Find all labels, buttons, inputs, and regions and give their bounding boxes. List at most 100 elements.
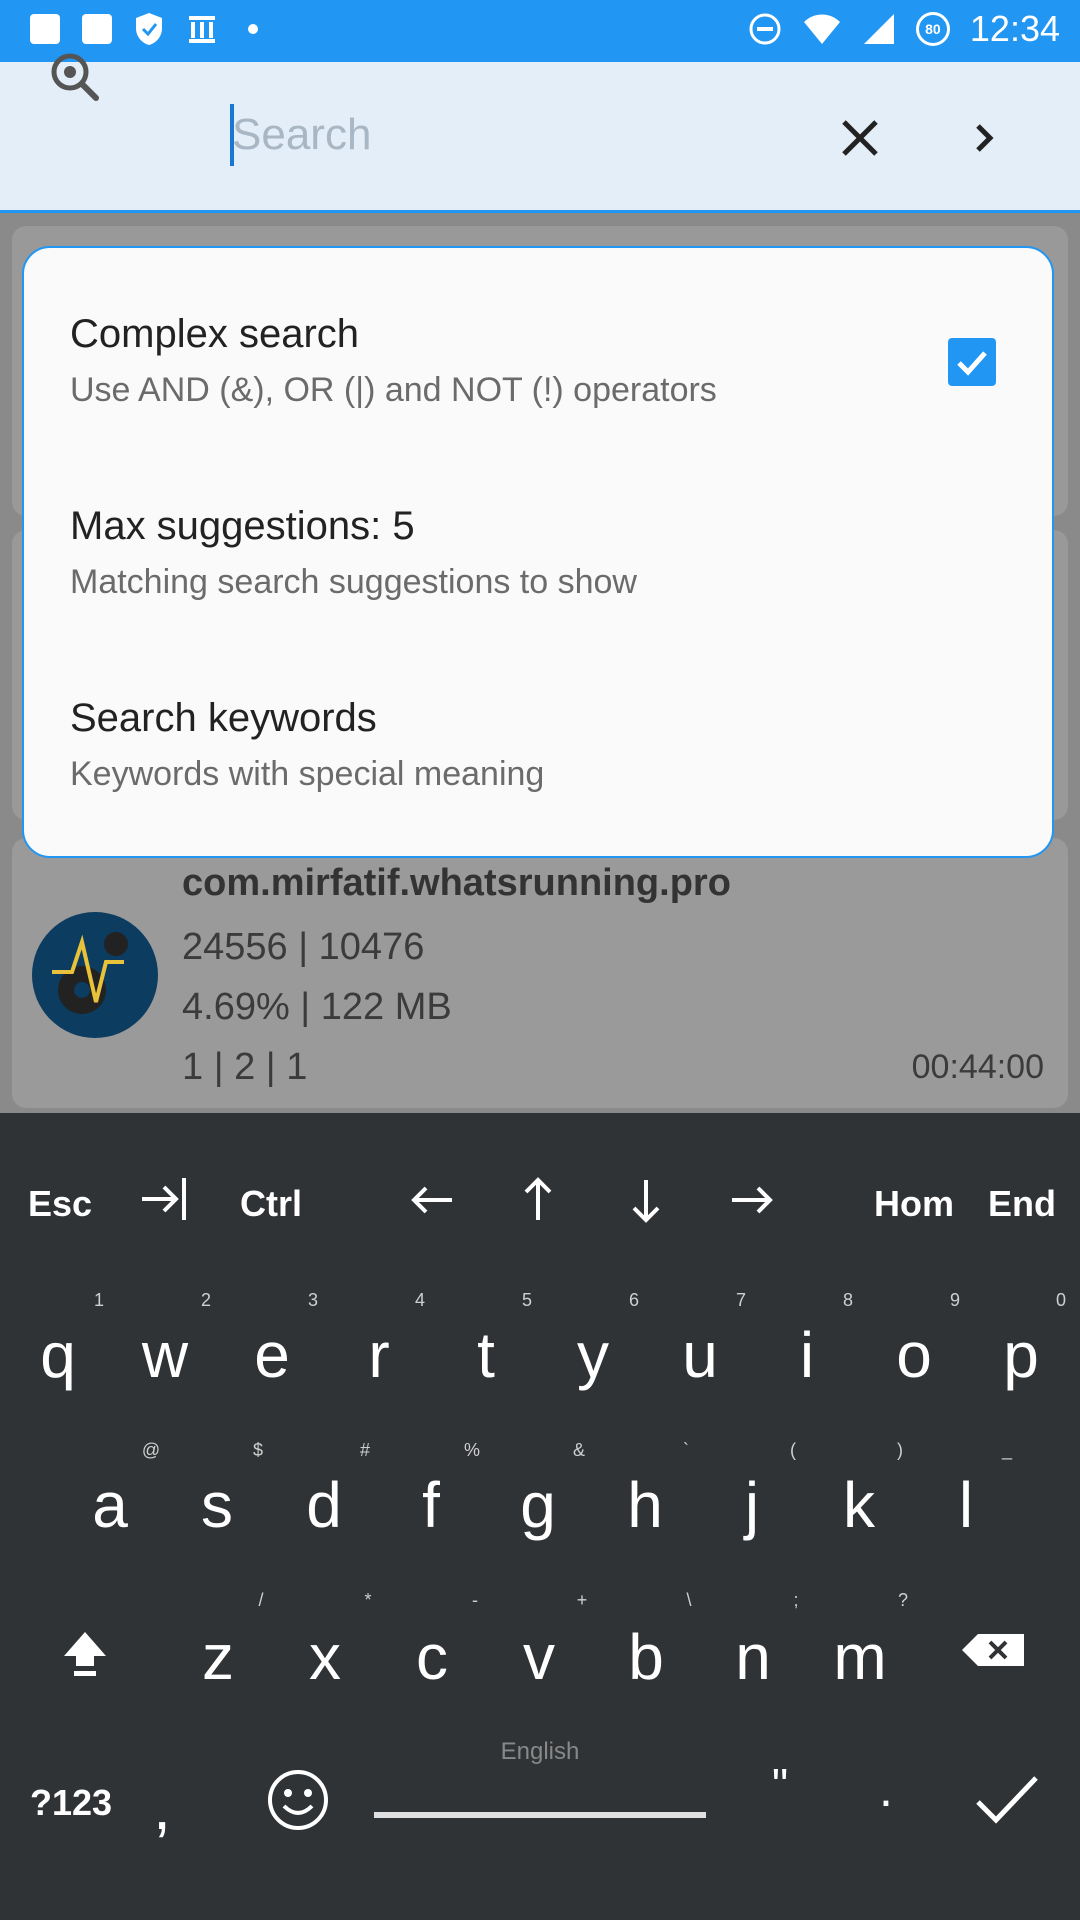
tab-icon[interactable] xyxy=(138,1172,192,1226)
arrow-up-icon[interactable] xyxy=(514,1176,562,1224)
key-hint: * xyxy=(364,1590,372,1610)
key-c[interactable]: c xyxy=(382,1620,482,1694)
option-subtitle: Matching search suggestions to show xyxy=(70,563,637,601)
key-i[interactable]: i xyxy=(757,1318,857,1392)
backspace-icon[interactable] xyxy=(960,1630,1028,1670)
key-u[interactable]: u xyxy=(650,1318,750,1392)
key-hint: 0 xyxy=(1055,1290,1066,1310)
complex-search-checkbox[interactable] xyxy=(948,338,996,386)
key-q[interactable]: q xyxy=(8,1318,108,1392)
key-p[interactable]: p xyxy=(971,1318,1071,1392)
key-f[interactable]: f xyxy=(381,1468,481,1542)
clear-icon[interactable] xyxy=(830,108,890,168)
search-keywords-option[interactable]: Search keywords Keywords with special me… xyxy=(70,696,544,794)
key-hint: 7 xyxy=(735,1290,746,1310)
key-hint: 4 xyxy=(414,1290,425,1310)
uptime: 00:44:00 xyxy=(911,1048,1044,1086)
key-n[interactable]: n xyxy=(703,1620,803,1694)
key-hint: % xyxy=(463,1440,480,1460)
key-hint: $ xyxy=(252,1440,263,1460)
key-w[interactable]: w xyxy=(115,1318,215,1392)
end-key[interactable]: End xyxy=(988,1183,1056,1225)
key-o[interactable]: o xyxy=(864,1318,964,1392)
do-not-disturb-icon xyxy=(749,13,781,45)
key-hint: ; xyxy=(793,1590,799,1610)
key-hint: 3 xyxy=(307,1290,318,1310)
key-k[interactable]: k xyxy=(809,1468,909,1542)
key-b[interactable]: b xyxy=(596,1620,696,1694)
notes-icon xyxy=(82,14,112,44)
app-icon xyxy=(32,912,158,1038)
key-m[interactable]: m xyxy=(810,1620,910,1694)
space-language-label: English xyxy=(500,1738,580,1765)
key-hint: 2 xyxy=(200,1290,211,1310)
key-hint: @ xyxy=(141,1440,161,1460)
home-key[interactable]: Hom xyxy=(874,1183,954,1225)
option-subtitle: Use AND (&), OR (|) and NOT (!) operator… xyxy=(70,371,717,409)
key-hint: # xyxy=(359,1440,370,1460)
key-x[interactable]: x xyxy=(275,1620,375,1694)
key-v[interactable]: v xyxy=(489,1620,589,1694)
quote-key[interactable]: " xyxy=(730,1758,830,1812)
emoji-icon[interactable] xyxy=(266,1768,330,1832)
gear-icon xyxy=(52,932,128,1014)
key-hint: ( xyxy=(790,1440,796,1460)
key-hint: ) xyxy=(897,1440,903,1460)
package-name: com.mirfatif.whatsrunning.pro xyxy=(182,862,731,904)
key-hint: _ xyxy=(1001,1440,1012,1460)
key-r[interactable]: r xyxy=(329,1318,429,1392)
option-title: Complex search xyxy=(70,312,360,356)
key-l[interactable]: l xyxy=(916,1468,1016,1542)
key-y[interactable]: y xyxy=(543,1318,643,1392)
ctrl-key[interactable]: Ctrl xyxy=(240,1183,302,1225)
search-settings-icon[interactable] xyxy=(46,48,102,104)
option-subtitle: Keywords with special meaning xyxy=(70,755,545,793)
key-e[interactable]: e xyxy=(222,1318,322,1392)
process-counts: 1 | 2 | 1 xyxy=(182,1046,308,1088)
clock: 12:34 xyxy=(969,8,1060,49)
max-suggestions-option[interactable]: Max suggestions: 5 Matching search sugge… xyxy=(70,504,637,602)
system-icons: 80 12:34 xyxy=(748,8,1060,50)
dot-icon xyxy=(248,24,258,34)
arrow-left-icon[interactable] xyxy=(408,1176,456,1224)
battery-level: 80 xyxy=(925,21,941,37)
complex-search-option[interactable]: Complex search Use AND (&), OR (|) and N… xyxy=(70,312,717,410)
key-hint: 1 xyxy=(93,1290,104,1310)
status-bar: 80 12:34 xyxy=(0,0,1080,62)
symbols-key[interactable]: ?123 xyxy=(30,1782,112,1824)
key-z[interactable]: z xyxy=(168,1620,268,1694)
comma-key[interactable]: , xyxy=(142,1770,182,1844)
done-check-icon[interactable] xyxy=(974,1772,1040,1828)
shift-icon[interactable] xyxy=(58,1626,112,1680)
battery-icon: 80 xyxy=(915,12,950,46)
search-input[interactable] xyxy=(232,104,792,166)
signal-icon xyxy=(863,14,894,44)
space-bar[interactable]: English xyxy=(374,1738,706,1818)
key-j[interactable]: j xyxy=(702,1468,802,1542)
key-hint: 9 xyxy=(949,1290,960,1310)
wifi-icon xyxy=(803,14,840,44)
key-hint: + xyxy=(576,1590,588,1610)
option-title: Search keywords xyxy=(70,696,377,740)
notification-icons xyxy=(30,12,258,46)
period-key[interactable]: . xyxy=(836,1760,936,1818)
key-d[interactable]: d xyxy=(274,1468,374,1542)
key-t[interactable]: t xyxy=(436,1318,536,1392)
key-h[interactable]: h xyxy=(595,1468,695,1542)
key-a[interactable]: a xyxy=(60,1468,160,1542)
shield-check-icon xyxy=(136,13,162,45)
usage-info: 4.69% | 122 MB xyxy=(182,986,452,1028)
arrow-down-icon[interactable] xyxy=(622,1176,670,1224)
key-hint: - xyxy=(472,1590,478,1610)
arrow-right-icon[interactable] xyxy=(728,1176,776,1224)
esc-key[interactable]: Esc xyxy=(28,1183,92,1225)
chevron-right-icon[interactable] xyxy=(960,108,1010,168)
notes-icon xyxy=(30,14,60,44)
key-g[interactable]: g xyxy=(488,1468,588,1542)
key-hint: 6 xyxy=(628,1290,639,1310)
key-hint: ? xyxy=(897,1590,908,1610)
key-hint: ` xyxy=(683,1440,689,1460)
option-title: Max suggestions: 5 xyxy=(70,504,415,548)
key-s[interactable]: s xyxy=(167,1468,267,1542)
key-hint: & xyxy=(572,1440,585,1460)
